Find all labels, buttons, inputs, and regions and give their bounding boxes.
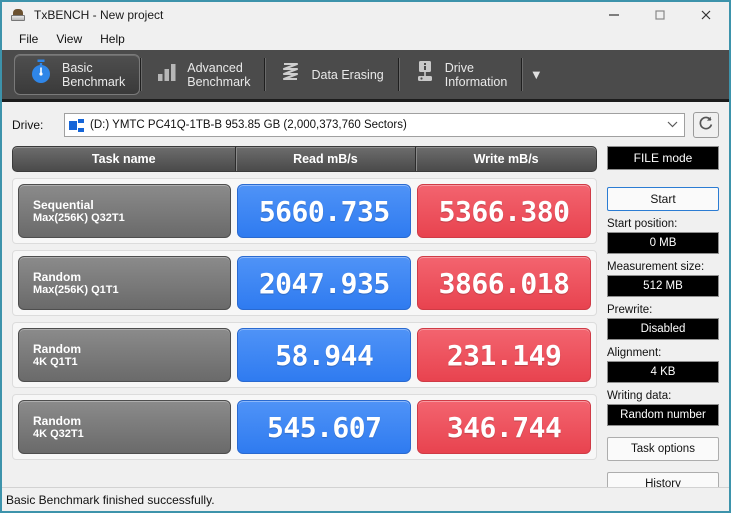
read-value-cell: 58.944	[237, 328, 412, 382]
task-name-line2: Max(256K) Q32T1	[33, 211, 125, 224]
write-value-cell: 5366.380	[417, 184, 591, 238]
tab-overflow-button[interactable]: ▼	[523, 50, 549, 99]
prewrite-value[interactable]: Disabled	[607, 318, 719, 340]
drive-label: Drive:	[12, 118, 44, 132]
writing-data-label: Writing data:	[607, 390, 672, 402]
column-header-task-name: Task name	[91, 152, 156, 166]
chevron-down-icon	[667, 119, 678, 131]
writing-data-value[interactable]: Random number	[607, 404, 719, 426]
task-name-line1: Random	[33, 413, 81, 428]
title-bar: TxBENCH - New project	[2, 2, 729, 28]
task-name-line2: 4K Q1T1	[33, 355, 78, 368]
settings-panel: FILE mode Start Start position: 0 MB Mea…	[607, 146, 719, 496]
app-window: TxBENCH - New project File View Help Bas…	[0, 0, 731, 513]
close-icon	[701, 10, 711, 20]
tab-drive-information[interactable]: Drive Information	[400, 50, 522, 99]
alignment-label: Alignment:	[607, 347, 662, 359]
tab-basic-benchmark-label: Basic Benchmark	[62, 60, 126, 89]
tab-advanced-benchmark[interactable]: Advanced Benchmark	[142, 50, 264, 99]
refresh-drives-button[interactable]	[693, 112, 719, 138]
window-title: TxBENCH - New project	[34, 8, 164, 22]
shredder-icon	[280, 61, 302, 88]
main-content: Drive: (D:) YMTC PC41Q-1TB-B 953.85 GB (…	[2, 102, 729, 511]
task-name-cell[interactable]: Random 4K Q32T1	[18, 400, 232, 454]
measurement-size-value[interactable]: 512 MB	[607, 275, 719, 297]
start-position-value[interactable]: 0 MB	[607, 232, 719, 254]
tab-advanced-benchmark-label: Advanced Benchmark	[187, 60, 251, 89]
tab-basic-benchmark[interactable]: Basic Benchmark	[14, 54, 141, 95]
table-header: Task name Read mB/s Write mB/s	[12, 146, 597, 172]
task-name-line2: Max(256K) Q1T1	[33, 283, 119, 296]
benchmark-area: Task name Read mB/s Write mB/s Sequentia…	[2, 138, 729, 496]
stopwatch-icon	[29, 59, 53, 90]
drive-selector-row: Drive: (D:) YMTC PC41Q-1TB-B 953.85 GB (…	[2, 102, 729, 138]
task-name-line1: Random	[33, 341, 81, 356]
close-button[interactable]	[683, 2, 729, 28]
menu-bar: File View Help	[2, 28, 729, 50]
status-message: Basic Benchmark finished successfully.	[6, 492, 215, 507]
menu-item-view[interactable]: View	[47, 30, 91, 48]
task-name-line1: Sequential	[33, 197, 94, 212]
bar-chart-icon	[156, 61, 178, 88]
measurement-size-label: Measurement size:	[607, 261, 705, 273]
column-header-read: Read mB/s	[234, 147, 416, 171]
menu-item-help[interactable]: Help	[91, 30, 134, 48]
drive-info-icon	[414, 60, 436, 89]
read-value-cell: 545.607	[237, 400, 412, 454]
write-value-cell: 346.744	[417, 400, 591, 454]
table-row: Random 4K Q1T1 58.944 231.149	[12, 322, 597, 388]
tab-data-erasing-label: Data Erasing	[311, 67, 384, 82]
task-name-line2: 4K Q32T1	[33, 427, 84, 440]
task-name-cell[interactable]: Random Max(256K) Q1T1	[18, 256, 232, 310]
alignment-value[interactable]: 4 KB	[607, 361, 719, 383]
minimize-icon	[609, 14, 619, 16]
drive-icon	[69, 118, 85, 132]
drive-selected-value: (D:) YMTC PC41Q-1TB-B 953.85 GB (2,000,3…	[90, 119, 407, 131]
start-position-label: Start position:	[607, 218, 678, 230]
window-controls	[591, 2, 729, 28]
app-icon	[10, 7, 26, 23]
tab-drive-information-label: Drive Information	[444, 60, 508, 89]
write-value-cell: 231.149	[417, 328, 591, 382]
refresh-icon	[697, 114, 715, 137]
read-value-cell: 5660.735	[237, 184, 412, 238]
maximize-icon	[655, 10, 665, 20]
table-row: Sequential Max(256K) Q32T1 5660.735 5366…	[12, 178, 597, 244]
menu-item-file[interactable]: File	[10, 30, 47, 48]
read-value-cell: 2047.935	[237, 256, 412, 310]
start-button[interactable]: Start	[607, 187, 719, 211]
status-bar: Basic Benchmark finished successfully.	[2, 487, 729, 511]
chevron-down-icon: ▼	[529, 67, 543, 82]
file-mode-button[interactable]: FILE mode	[607, 146, 719, 170]
task-name-cell[interactable]: Random 4K Q1T1	[18, 328, 232, 382]
maximize-button[interactable]	[637, 2, 683, 28]
tab-data-erasing[interactable]: Data Erasing	[266, 50, 397, 99]
results-table: Task name Read mB/s Write mB/s Sequentia…	[12, 146, 597, 468]
task-options-button[interactable]: Task options	[607, 437, 719, 461]
table-row: Random Max(256K) Q1T1 2047.935 3866.018	[12, 250, 597, 316]
task-name-line1: Random	[33, 269, 81, 284]
write-value-cell: 3866.018	[417, 256, 591, 310]
table-row: Random 4K Q32T1 545.607 346.744	[12, 394, 597, 460]
minimize-button[interactable]	[591, 2, 637, 28]
tab-strip: Basic Benchmark Advanced Benchmark Data …	[2, 50, 729, 102]
column-header-write: Write mB/s	[415, 147, 596, 171]
prewrite-label: Prewrite:	[607, 304, 653, 316]
drive-select[interactable]: (D:) YMTC PC41Q-1TB-B 953.85 GB (2,000,3…	[64, 113, 685, 137]
task-name-cell[interactable]: Sequential Max(256K) Q32T1	[18, 184, 232, 238]
